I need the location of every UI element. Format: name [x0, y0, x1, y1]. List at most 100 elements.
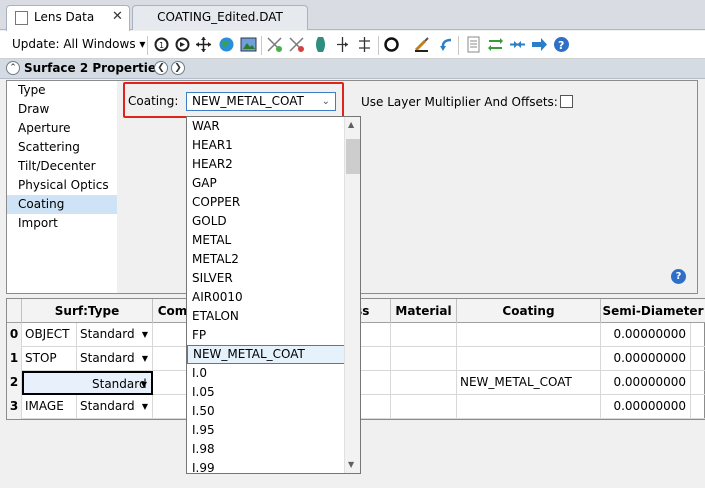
close-tab-icon[interactable]: ✕	[112, 6, 123, 28]
semi-diameter-cell[interactable]: 0.00000000	[601, 371, 691, 395]
image-map-icon[interactable]	[240, 36, 257, 53]
coating-cell[interactable]: NEW_METAL_COAT	[457, 371, 601, 395]
nav-item-draw[interactable]: Draw	[7, 100, 117, 119]
coating-option[interactable]: ETALON	[187, 307, 345, 326]
nav-item-import[interactable]: Import	[7, 214, 117, 233]
move-crosshair-icon[interactable]	[195, 36, 212, 53]
coating-cell[interactable]	[457, 323, 601, 347]
coating-option[interactable]: HEAR2	[187, 155, 345, 174]
surf-type-cell[interactable]: Standard ▼	[77, 395, 153, 419]
properties-nav-list: Type Draw Aperture Scattering Tilt/Decen…	[7, 81, 117, 233]
semi-diameter-cell[interactable]: 0.00000000	[601, 347, 691, 371]
surf-name-cell[interactable]: IMAGE	[22, 395, 77, 419]
properties-header: ⌃ Surface 2 Properties ❮ ❯	[0, 59, 705, 79]
reverse-elements-icon[interactable]	[334, 36, 351, 53]
coating-option[interactable]: I.0	[187, 364, 345, 383]
layer-multiplier-checkbox[interactable]	[560, 95, 573, 108]
next-surface-button[interactable]: ❯	[171, 61, 185, 75]
toolbar-separator	[261, 36, 262, 55]
coating-option[interactable]: WAR	[187, 117, 345, 136]
right-arrow-icon[interactable]	[531, 36, 548, 53]
update-windows-dropdown[interactable]: Update: All Windows ▾	[12, 37, 145, 51]
coating-option[interactable]: I.99	[187, 459, 345, 473]
document-list-icon[interactable]	[465, 36, 482, 53]
nav-item-coating[interactable]: Coating	[7, 195, 117, 214]
make-focal-icon[interactable]	[356, 36, 373, 53]
semi-diameter-cell[interactable]: 0.00000000	[601, 323, 691, 347]
coating-option[interactable]: SILVER	[187, 269, 345, 288]
surf-type-cell[interactable]: Standard ▼	[77, 347, 153, 371]
coating-select[interactable]: NEW_METAL_COAT ⌄	[186, 92, 336, 111]
coating-option[interactable]: I.95	[187, 421, 345, 440]
scroll-down-icon[interactable]: ▼	[348, 460, 354, 469]
coating-option[interactable]: COPPER	[187, 193, 345, 212]
tab-coating-file[interactable]: COATING_Edited.DAT	[132, 5, 308, 30]
coating-cell[interactable]	[457, 347, 601, 371]
previous-surface-button[interactable]: ❮	[154, 61, 168, 75]
surf-type-value: Standard	[80, 351, 135, 365]
nav-item-aperture[interactable]: Aperture	[7, 119, 117, 138]
undo-arrow-icon[interactable]	[438, 36, 455, 53]
row-number[interactable]: 0	[7, 323, 22, 347]
nav-item-type[interactable]: Type	[7, 81, 117, 100]
coating-option[interactable]: GOLD	[187, 212, 345, 231]
row-number[interactable]: 3	[7, 395, 22, 419]
dropdown-scrollbar[interactable]: ▲ ▼	[344, 117, 360, 473]
material-cell[interactable]	[391, 371, 457, 395]
dropdown-caret-icon[interactable]: ▼	[142, 323, 148, 346]
lens-element-icon[interactable]	[312, 36, 329, 53]
coating-option[interactable]: I.50	[187, 402, 345, 421]
coating-option[interactable]: I.98	[187, 440, 345, 459]
row-number[interactable]: 1	[7, 347, 22, 371]
row-number[interactable]: 2	[7, 371, 22, 395]
dropdown-caret-icon[interactable]: ▼	[142, 347, 148, 370]
coating-option[interactable]: GAP	[187, 174, 345, 193]
collapse-icon[interactable]: ⌃	[6, 61, 20, 75]
surf-type-cell[interactable]: Standard ▼	[77, 323, 153, 347]
swap-arrows-icon[interactable]	[487, 36, 504, 53]
paint-brush-icon[interactable]	[413, 36, 430, 53]
material-cell[interactable]	[391, 395, 457, 419]
refresh-all-icon[interactable]	[174, 36, 191, 53]
toolbar-separator	[147, 36, 148, 55]
header-semi-diameter[interactable]: Semi-Diameter	[601, 299, 705, 323]
tab-lens-data[interactable]: Lens Data ✕	[6, 5, 130, 31]
nav-item-tilt-decenter[interactable]: Tilt/Decenter	[7, 157, 117, 176]
header-material[interactable]: Material	[391, 299, 457, 323]
coating-option[interactable]: HEAR1	[187, 136, 345, 155]
globe-icon[interactable]	[218, 36, 235, 53]
coating-option-selected[interactable]: NEW_METAL_COAT	[187, 345, 345, 364]
svg-text:1: 1	[159, 41, 164, 50]
scroll-up-icon[interactable]: ▲	[348, 120, 354, 129]
semi-diameter-cell[interactable]: 0.00000000	[601, 395, 691, 419]
nav-item-scattering[interactable]: Scattering	[7, 138, 117, 157]
coating-option[interactable]: FP	[187, 326, 345, 345]
header-surf-type[interactable]: Surf:Type	[22, 299, 153, 323]
help-icon[interactable]: ?	[671, 269, 686, 284]
surf-type-cell-selected[interactable]: Standard ▼	[22, 371, 153, 395]
header-coating[interactable]: Coating	[457, 299, 601, 323]
coating-option[interactable]: I.05	[187, 383, 345, 402]
material-cell[interactable]	[391, 323, 457, 347]
tab-lens-data-label: Lens Data	[34, 10, 95, 24]
coating-option[interactable]: AIR0010	[187, 288, 345, 307]
add-fold-icon[interactable]	[266, 36, 283, 53]
dropdown-caret-icon[interactable]: ▼	[142, 395, 148, 418]
svg-text:?: ?	[558, 39, 564, 52]
surf-name-cell[interactable]: STOP	[22, 347, 77, 371]
remove-fold-icon[interactable]	[288, 36, 305, 53]
material-cell[interactable]	[391, 347, 457, 371]
dropdown-caret-icon[interactable]: ▼	[141, 373, 147, 393]
aperture-ring-icon[interactable]	[383, 36, 400, 53]
nav-item-physical-optics[interactable]: Physical Optics	[7, 176, 117, 195]
scroll-thumb[interactable]	[346, 139, 360, 174]
tab-coating-file-label: COATING_Edited.DAT	[157, 10, 283, 24]
coating-option[interactable]: METAL2	[187, 250, 345, 269]
coating-select-value: NEW_METAL_COAT	[192, 94, 304, 108]
coating-cell[interactable]	[457, 395, 601, 419]
surf-name-cell[interactable]: OBJECT	[22, 323, 77, 347]
converge-arrows-icon[interactable]	[509, 36, 526, 53]
coating-option[interactable]: METAL	[187, 231, 345, 250]
help-icon[interactable]: ?	[553, 36, 570, 53]
refresh-icon[interactable]: 1	[153, 36, 170, 53]
